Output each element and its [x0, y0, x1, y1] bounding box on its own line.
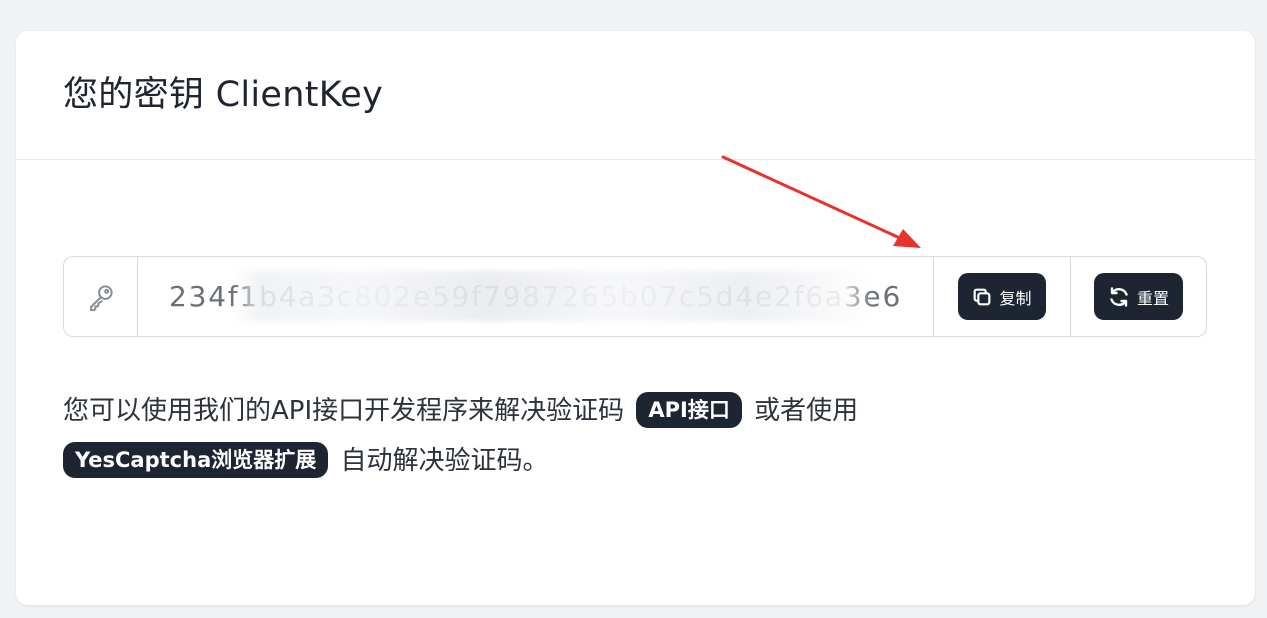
- copy-button-cell: 复制: [934, 257, 1070, 336]
- key-icon: [64, 257, 138, 336]
- description-part-2: 或者使用: [754, 396, 859, 426]
- description-part-1: 您可以使用我们的API接口开发程序来解决验证码: [63, 396, 625, 426]
- reset-button-label: 重置: [1136, 288, 1169, 308]
- extension-link-badge[interactable]: YesCaptcha浏览器扩展: [63, 442, 329, 478]
- copy-button-label: 复制: [999, 288, 1032, 308]
- reset-button-cell: 重置: [1070, 257, 1206, 336]
- client-key-card: 您的密钥 ClientKey 234f1b4a3c802e59f7987265b…: [16, 31, 1255, 605]
- copy-button[interactable]: 复制: [958, 273, 1046, 320]
- card-header: 您的密钥 ClientKey: [16, 31, 1255, 160]
- description-text: 您可以使用我们的API接口开发程序来解决验证码 API接口 或者使用 YesCa…: [63, 386, 1163, 486]
- reset-button[interactable]: 重置: [1093, 273, 1183, 320]
- copy-icon: [971, 286, 993, 308]
- description-part-3: 自动解决验证码。: [340, 446, 549, 476]
- refresh-icon: [1107, 285, 1131, 309]
- client-key-field[interactable]: 234f1b4a3c802e59f7987265b07c5d4e2f6a3e6: [138, 257, 934, 336]
- card-title: 您的密钥 ClientKey: [63, 75, 384, 115]
- api-link-badge[interactable]: API接口: [636, 392, 742, 428]
- key-redaction-blur: [233, 271, 873, 321]
- client-key-input-group: 234f1b4a3c802e59f7987265b07c5d4e2f6a3e6 …: [63, 256, 1207, 337]
